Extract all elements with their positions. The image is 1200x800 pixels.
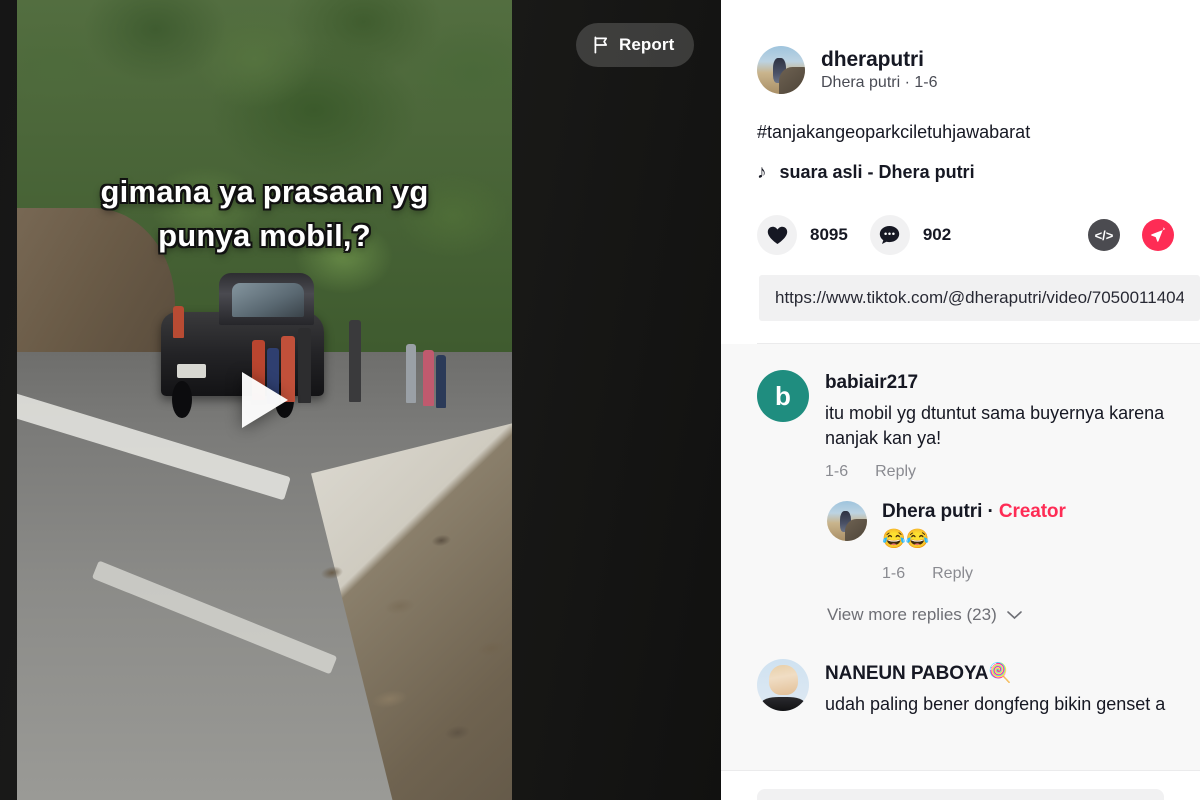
commenter-name[interactable]: NANEUN PABOYA🍭 (825, 661, 1200, 685)
like-stat[interactable]: 8095 (757, 215, 848, 256)
commenter-avatar[interactable]: b (757, 370, 809, 423)
commenter-avatar[interactable] (757, 658, 809, 711)
author-handle[interactable]: dheraputri (821, 48, 938, 72)
share-paper-plane-icon[interactable] (1142, 219, 1174, 252)
comments-list[interactable]: b babiair217 itu mobil yg dtuntut sama b… (721, 344, 1200, 800)
creator-badge: Creator (998, 500, 1066, 522)
scene-person (435, 355, 446, 408)
view-more-replies-button[interactable]: View more replies (23) (827, 605, 1200, 625)
link-row: https://www.tiktok.com/@dheraputri/video… (757, 275, 1200, 322)
comment-reply-button[interactable]: Reply (875, 463, 916, 481)
report-button[interactable]: Report (576, 23, 695, 67)
comment-stat[interactable]: 902 (869, 215, 952, 256)
video-stage: gimana ya prasaan yg punya mobil,? Repor… (0, 0, 721, 800)
reply-date: 1-6 (882, 564, 906, 582)
reply-footer: 1-6 Reply (882, 565, 1066, 583)
scene-suv-window (232, 283, 305, 318)
author-nickname-and-date: Dhera putri · 1-6 (821, 74, 938, 92)
scene-person (172, 305, 184, 338)
video-player[interactable]: gimana ya prasaan yg punya mobil,? (17, 0, 512, 800)
music-note-icon: ♪ (757, 162, 767, 184)
comment-replies: Dhera putri · Creator 😂😂 1-6 Reply (827, 500, 1200, 583)
play-triangle-icon[interactable] (241, 372, 288, 428)
reply-text: 😂😂 (882, 528, 930, 550)
comment-bubble-icon (869, 215, 910, 256)
reply-author-name[interactable]: Dhera putri (882, 501, 982, 522)
reply-author-row: Dhera putri · Creator (882, 501, 1066, 523)
reply-separator: · (987, 500, 994, 522)
scene-suv-wheel (171, 380, 192, 418)
reply-item: Dhera putri · Creator 😂😂 1-6 Reply (827, 500, 1200, 583)
report-button-label: Report (619, 35, 675, 54)
post-meta-block: dheraputri Dhera putri · 1-6 #tanjakange… (721, 0, 1200, 345)
comment-composer-bar (721, 770, 1200, 800)
reply-body: Dhera putri · Creator 😂😂 1-6 Reply (882, 501, 1066, 583)
flag-icon (593, 36, 610, 54)
stats-row: 8095 902 </> (757, 215, 1200, 256)
video-link-field[interactable]: https://www.tiktok.com/@dheraputri/video… (759, 275, 1200, 322)
heart-icon (757, 215, 797, 256)
scene-person (405, 344, 417, 404)
author-names: dheraputri Dhera putri · 1-6 (821, 48, 938, 92)
tiktok-video-page: gimana ya prasaan yg punya mobil,? Repor… (0, 0, 1200, 800)
post-caption[interactable]: #tanjakangeoparkciletuhjawabarat (757, 120, 1200, 144)
commenter-name[interactable]: babiair217 (825, 372, 1200, 394)
scene-suv-plate (176, 364, 207, 378)
scene-person (422, 350, 434, 407)
music-row[interactable]: ♪ suara asli - Dhera putri (757, 162, 1200, 183)
comment-date: 1-6 (825, 462, 849, 480)
comment-text: udah paling bener dongfeng bikin genset … (825, 693, 1166, 714)
comment-input[interactable] (757, 789, 1164, 800)
post-date: 1-6 (914, 74, 938, 91)
info-panel: dheraputri Dhera putri · 1-6 #tanjakange… (721, 0, 1200, 800)
video-link-text: https://www.tiktok.com/@dheraputri/video… (775, 288, 1184, 308)
comment-body: babiair217 itu mobil yg dtuntut sama buy… (825, 370, 1200, 481)
comment-item: NANEUN PABOYA🍭 udah paling bener dongfen… (757, 658, 1200, 717)
comment-count: 902 (922, 225, 952, 245)
comment-item: b babiair217 itu mobil yg dtuntut sama b… (757, 370, 1200, 481)
scene-person (348, 320, 361, 402)
scene-person (298, 328, 311, 404)
reply-reply-button[interactable]: Reply (932, 565, 973, 583)
code-embed-icon[interactable]: </> (1088, 219, 1120, 252)
reply-author-avatar[interactable] (827, 500, 867, 541)
view-more-replies-label: View more replies (23) (827, 604, 997, 624)
chevron-down-icon (1006, 605, 1022, 625)
comment-text: itu mobil yg dtuntut sama buyernya karen… (825, 403, 1165, 449)
comment-body: NANEUN PABOYA🍭 udah paling bener dongfen… (825, 659, 1200, 717)
author-row: dheraputri Dhera putri · 1-6 (757, 46, 1200, 94)
author-avatar-photo[interactable] (757, 46, 805, 94)
comment-footer: 1-6 Reply (825, 463, 1200, 481)
author-nickname: Dhera putri (821, 74, 901, 91)
music-title: suara asli - Dhera putri (779, 162, 975, 183)
embed-glyph: </> (1094, 227, 1114, 243)
like-count: 8095 (810, 225, 848, 245)
meta-separator: · (904, 74, 910, 91)
